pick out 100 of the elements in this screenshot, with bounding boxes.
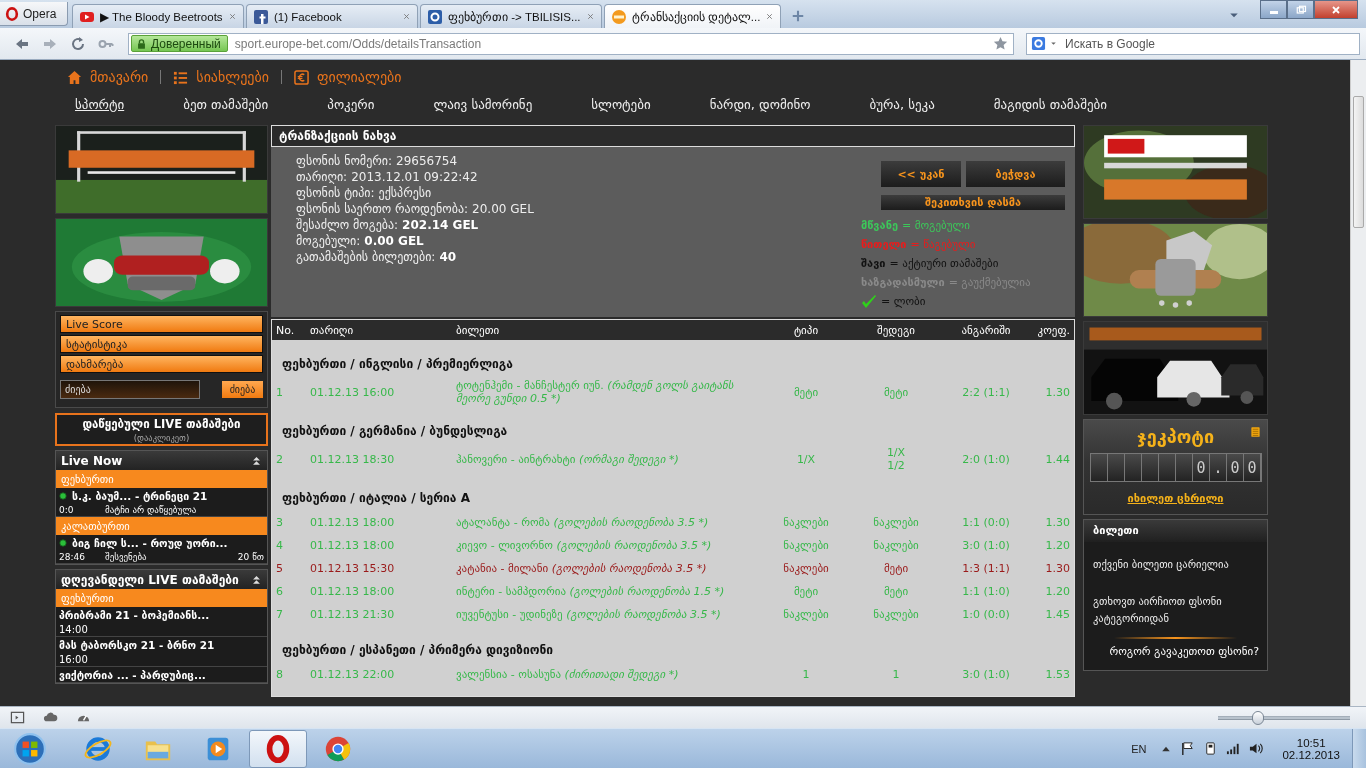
home-icon <box>67 69 82 85</box>
search-field[interactable]: ძიება <box>60 380 200 399</box>
nav-tab[interactable]: ბურა, სეკა <box>869 96 935 112</box>
nav-tab[interactable]: მაგიდის თამაშები <box>993 96 1107 112</box>
menu-button[interactable]: სტატისტიკა <box>60 335 263 353</box>
match-time: 14:00 <box>59 624 88 635</box>
browser-tab[interactable]: (1) Facebook <box>246 4 418 28</box>
action-button[interactable]: ბეჭდვა <box>966 161 1065 187</box>
info-value: 2013.12.01 09:22:42 <box>351 169 478 185</box>
table-cell-text: 1/X 1/2 <box>885 446 907 472</box>
scrollbar[interactable] <box>1350 60 1366 706</box>
reload-icon[interactable] <box>70 35 86 52</box>
column-header: ანგარიში <box>960 323 1012 337</box>
signal-icon[interactable] <box>1226 741 1242 756</box>
currency-icon <box>293 69 309 85</box>
site-icon <box>253 8 269 25</box>
nav-tab[interactable]: ნარდი, დომინო <box>709 96 811 112</box>
help-link[interactable]: როგორ გავაკეთოთ ფსონი? <box>1109 645 1259 658</box>
caret-icon[interactable] <box>1049 39 1058 48</box>
info-value: 202.14 GEL <box>402 217 479 233</box>
legend-text: = მოგებული <box>902 219 970 232</box>
nav-tab[interactable]: ლაივ სამორინე <box>433 96 533 112</box>
browser-tab[interactable]: ტრანსაქციის დეტალ... <box>603 4 782 28</box>
menu-button[interactable]: დახმარება <box>60 355 263 373</box>
tab-title: (1) Facebook <box>274 10 343 23</box>
live-games-card[interactable]: დაწყებული LIVE თამაშები (დააკლიკეთ) <box>55 413 268 446</box>
live-dot-icon <box>59 539 67 547</box>
flag-icon[interactable] <box>1180 741 1196 756</box>
match-name: ბიგ ჩილ ს... - როუდ უორი... <box>72 537 228 549</box>
table-cell-text: ნაკლები <box>872 516 920 529</box>
star-icon[interactable] <box>993 36 1008 51</box>
table-cell-text: 01.12.13 18:30 <box>310 452 396 466</box>
group-title: ფეხბურთი / ინგლისი / პრემიერლიგა <box>281 356 514 373</box>
match-minute: 20 წთ <box>237 552 264 562</box>
search-engine-icon[interactable] <box>1031 36 1046 51</box>
clock-date[interactable]: 02.12.2013 <box>1282 748 1340 761</box>
url-text: sport.europe-bet.com/Odds/detailsTransaction <box>234 36 483 51</box>
table-cell-text: 3 <box>276 516 284 529</box>
table-cell-text: ნაკლები <box>872 539 920 552</box>
column-header: ბილეთი <box>456 323 501 337</box>
match-score: 28:46 <box>59 552 86 562</box>
search-field[interactable]: Искать в Google <box>1026 32 1360 55</box>
table-cell-text: 01.12.13 18:00 <box>310 585 396 598</box>
match-score: 0:0 <box>59 505 75 515</box>
table-cell-text: 8 <box>276 668 284 681</box>
action-button[interactable]: შეკითხვის დასმა <box>881 195 1065 210</box>
maximize-icon <box>1294 3 1307 16</box>
match-item[interactable]: მას ტაბორსკო 21 - ბრნო 21 16:00 <box>56 637 267 667</box>
close-button[interactable] <box>1314 0 1358 19</box>
nav-tab[interactable]: სლოტები <box>591 96 651 112</box>
clock-time[interactable]: 10:51 <box>1296 736 1326 749</box>
browser-tab[interactable]: ▶ The Bloody Beetroots <box>72 4 244 28</box>
match-item[interactable]: პრიბრამი 21 - ბოჰემიანს... 14:00 <box>56 607 267 637</box>
start-button[interactable] <box>13 731 47 766</box>
new-tab-icon[interactable] <box>791 9 806 23</box>
table-link[interactable]: იხილეთ ცხრილი <box>1127 492 1224 505</box>
minimize-button[interactable] <box>1260 0 1287 19</box>
menu-button[interactable]: Opera <box>0 2 68 26</box>
table-cell-text: 01.12.13 18:00 <box>310 516 396 529</box>
nav-tab[interactable]: ბეთ თამაშები <box>183 96 269 112</box>
match-item[interactable]: ვიქტორია ... - პარდუბიც... <box>56 667 267 683</box>
table-cell-text: 01.12.13 16:00 <box>310 385 396 399</box>
nav-link[interactable]: სიახლეები <box>173 69 269 85</box>
nav-link[interactable]: მთავარი <box>67 69 149 85</box>
nav-link[interactable]: ფილიალები <box>293 69 402 85</box>
maximize-button[interactable] <box>1287 0 1314 19</box>
info-value: 0.00 GEL <box>364 233 424 249</box>
security-badge[interactable]: Доверенный <box>131 35 228 52</box>
show-desktop-button[interactable] <box>1352 728 1366 768</box>
speaker-icon[interactable] <box>1249 741 1265 756</box>
taskbar-button[interactable] <box>249 729 307 768</box>
match-item[interactable]: ბიგ ჩილ ს... - როუდ უორი... 28:46 შესვენება 20 წთ <box>56 535 267 564</box>
tab-title: ტრანსაქციის დეტალ... <box>631 9 761 24</box>
ticket-text: ჰანოვერი - აინტრახტი (ორმაგი შედეგი *) <box>456 452 680 466</box>
lock-icon <box>136 37 147 50</box>
info-value: 40 <box>439 249 457 265</box>
close-icon[interactable] <box>228 12 237 21</box>
search-button[interactable]: ძიება <box>222 381 263 398</box>
slider-thumb[interactable] <box>1251 710 1264 725</box>
column-header: კოეფ. <box>1036 323 1070 337</box>
action-button[interactable]: << უკან <box>881 161 961 187</box>
nav-tab[interactable]: სპორტი <box>75 96 125 112</box>
close-icon[interactable] <box>402 12 411 21</box>
table-cell-text: 1/X <box>795 452 817 466</box>
language-indicator[interactable]: EN <box>1131 742 1147 755</box>
group-title: ფეხბურთი / გერმანია / ბუნდესლიგა <box>281 423 509 440</box>
match-name: ვიქტორია ... - პარდუბიც... <box>59 669 206 681</box>
browser-tab[interactable]: ფეხბურთი -> TBILISIS... <box>420 4 602 28</box>
address-field[interactable]: Доверенный sport.europe-bet.com/Odds/detailsTransaction <box>128 32 1014 55</box>
panel-icon[interactable] <box>10 710 25 725</box>
close-icon[interactable] <box>585 12 595 21</box>
table-cell-text: 1.20 <box>1044 585 1070 598</box>
table-cell-text: 01.12.13 22:00 <box>310 668 396 681</box>
search-input[interactable]: Искать в Google <box>1061 36 1355 51</box>
close-icon[interactable] <box>765 12 775 21</box>
nav-tab[interactable]: პოკერი <box>327 96 375 112</box>
collapse-icon[interactable] <box>251 574 262 585</box>
info-value: ექსპრესი <box>378 185 432 201</box>
collapse-icon[interactable] <box>251 455 262 466</box>
menu-button[interactable]: Live Score <box>60 315 263 333</box>
